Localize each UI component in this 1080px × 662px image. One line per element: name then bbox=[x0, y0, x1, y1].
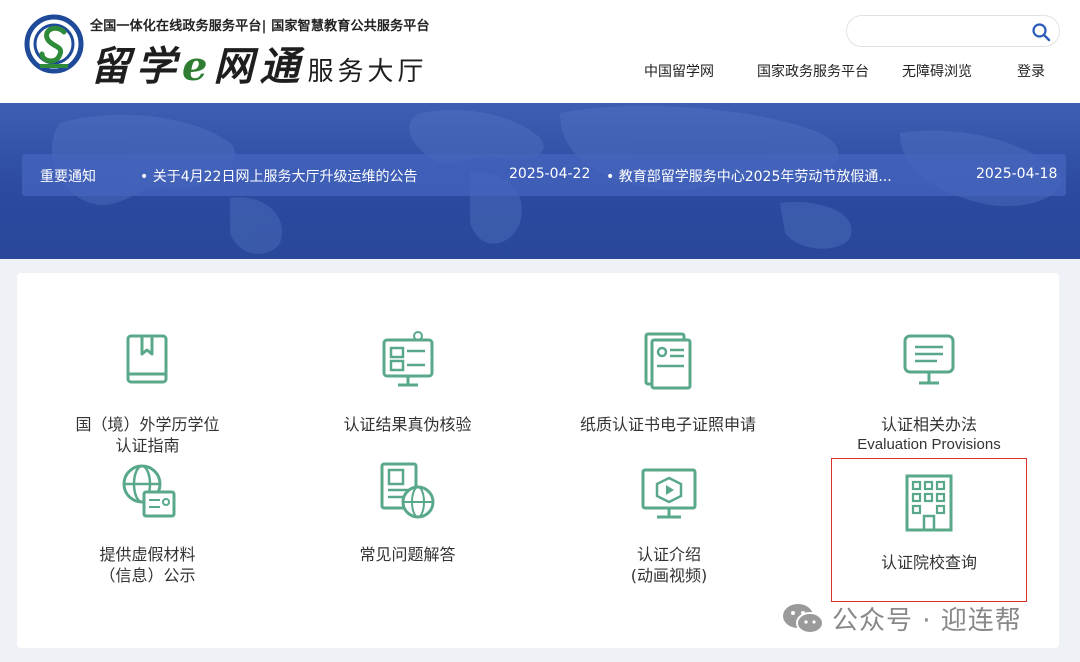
service-evaluation-provisions[interactable]: 认证相关办法 Evaluation Provisions bbox=[840, 330, 1018, 454]
video-screen-icon bbox=[641, 468, 697, 519]
profile-globe-icon bbox=[380, 462, 434, 519]
notice-date: 2025-04-22 bbox=[509, 166, 591, 182]
nav-gov-service-platform[interactable]: 国家政务服务平台 bbox=[757, 61, 869, 81]
site-logo-icon[interactable] bbox=[24, 14, 84, 74]
search-input[interactable] bbox=[861, 22, 1025, 44]
monitor-verify-icon bbox=[382, 331, 433, 387]
service-false-materials[interactable]: 提供虚假材料 （信息）公示 bbox=[60, 462, 235, 586]
notice-label: 重要通知 bbox=[40, 169, 96, 185]
search-icon[interactable] bbox=[1031, 22, 1051, 42]
notice-item[interactable]: • 关于4月22日网上服务大厅升级运维的公告 bbox=[140, 166, 417, 186]
service-result-verify[interactable]: 认证结果真伪核验 bbox=[320, 330, 495, 435]
nav-accessibility[interactable]: 无障碍浏览 bbox=[902, 61, 972, 81]
nav-login[interactable]: 登录 bbox=[1017, 61, 1045, 81]
platform-tagline: 全国一体化在线政务服务平台| 国家智慧教育公共服务平台 bbox=[90, 19, 430, 34]
watermark: 公众号 · 迎连帮 bbox=[782, 600, 1022, 637]
book-icon bbox=[126, 334, 167, 384]
wechat-icon bbox=[783, 603, 824, 634]
nav-china-study-abroad[interactable]: 中国留学网 bbox=[644, 61, 714, 81]
service-degree-guide[interactable]: 国（境）外学历学位 认证指南 bbox=[60, 330, 235, 456]
globe-id-icon bbox=[122, 464, 175, 518]
search-box bbox=[846, 15, 1060, 47]
notice-item[interactable]: • 教育部留学服务中心2025年劳动节放假通... bbox=[606, 166, 892, 186]
brand-title[interactable]: 留学e网通服务大厅 bbox=[90, 34, 427, 92]
highlight-box bbox=[831, 458, 1027, 602]
site-header: 全国一体化在线政务服务平台| 国家智慧教育公共服务平台 留学e网通服务大厅 中国… bbox=[0, 0, 1080, 103]
service-faq[interactable]: 常见问题解答 bbox=[320, 462, 495, 565]
document-card-icon bbox=[644, 332, 692, 390]
service-e-certificate[interactable]: 纸质认证书电子证照申请 bbox=[578, 330, 758, 435]
service-intro-video[interactable]: 认证介绍 (动画视频) bbox=[580, 462, 758, 586]
notice-board-icon bbox=[903, 334, 955, 385]
notice-date: 2025-04-18 bbox=[976, 166, 1058, 182]
